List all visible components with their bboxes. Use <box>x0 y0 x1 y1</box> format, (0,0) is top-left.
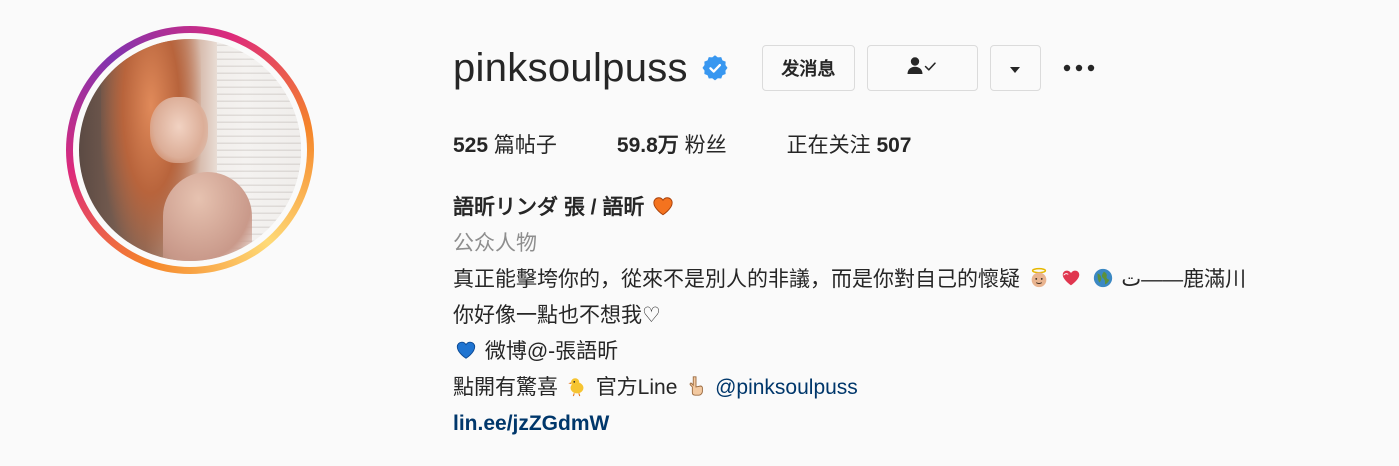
caret-down-icon <box>1009 58 1021 79</box>
verified-badge-icon <box>702 55 728 81</box>
profile-header-row: pinksoulpuss 发消息 <box>453 44 1096 92</box>
message-button[interactable]: 发消息 <box>761 45 855 91</box>
official-line-text: 官方Line <box>595 376 678 399</box>
display-name-line: 語昕リンダ 張 / 語昕 <box>453 190 1383 226</box>
avatar-gap <box>73 33 307 267</box>
following-stat[interactable]: 正在关注 507 <box>787 129 912 159</box>
username: pinksoulpuss <box>453 45 688 90</box>
orange-heart-icon <box>652 193 674 216</box>
bio-quote-author: ت——鹿滿川 <box>1121 268 1247 291</box>
surprise-text: 點開有驚喜 <box>453 376 558 399</box>
bio-line-quote: 真正能擊垮你的，從來不是別人的非議，而是你對自己的懷疑 ت——鹿滿川 <box>453 262 1383 298</box>
blue-heart-icon <box>455 337 477 359</box>
followers-label: 粉丝 <box>684 134 727 157</box>
bio-line-link: lin.ee/jzZGdmW <box>453 406 1383 442</box>
profile-stats: 525 篇帖子 59.8万 粉丝 正在关注 507 <box>453 130 972 158</box>
profile-bio: 語昕リンダ 張 / 語昕 公众人物 真正能擊垮你的，從來不是別人的非議，而是你對… <box>453 190 1383 442</box>
bio-line-weibo: 微博@-張語昕 <box>453 334 1383 370</box>
person-check-icon <box>906 56 938 81</box>
bio-line-line-official: 點開有驚喜 官方Line @pinksoulpuss <box>453 370 1383 406</box>
angel-face-icon <box>1028 265 1050 288</box>
posts-count: 525 <box>453 134 489 157</box>
avatar-story-ring[interactable] <box>66 26 314 274</box>
avatar-photo-face <box>150 96 208 164</box>
globe-icon <box>1092 265 1114 288</box>
more-options-button[interactable] <box>1062 45 1096 91</box>
weibo-handle-text: 微博@-張語昕 <box>484 340 619 363</box>
avatar[interactable] <box>79 39 301 261</box>
chick-icon <box>566 373 588 397</box>
posts-stat: 525 篇帖子 <box>453 129 557 159</box>
line-handle-link[interactable]: @pinksoulpuss <box>715 376 858 399</box>
heart-exclamation-icon <box>1060 265 1082 287</box>
bio-quote-text: 真正能擊垮你的，從來不是別人的非議，而是你對自己的懷疑 <box>453 268 1020 291</box>
followers-stat[interactable]: 59.8万 粉丝 <box>617 129 727 159</box>
display-name: 語昕リンダ 張 / 語昕 <box>453 196 645 219</box>
following-count: 507 <box>876 134 912 157</box>
external-link[interactable]: lin.ee/jzZGdmW <box>453 412 609 435</box>
suggested-dropdown-button[interactable] <box>989 45 1041 91</box>
pointing-down-icon <box>685 373 707 396</box>
following-button[interactable] <box>866 45 978 91</box>
followers-count: 59.8万 <box>616 134 679 157</box>
profile-page: pinksoulpuss 发消息 525 篇帖子 59.8万 粉丝 正在关注 5… <box>0 0 1399 466</box>
following-label: 正在关注 <box>786 134 871 157</box>
posts-label: 篇帖子 <box>493 134 557 157</box>
avatar-photo-shoulder <box>163 172 253 261</box>
ellipsis-icon <box>1063 59 1095 77</box>
category-label: 公众人物 <box>453 232 537 255</box>
bio-line-miss-me: 你好像一點也不想我♡ <box>453 304 661 327</box>
